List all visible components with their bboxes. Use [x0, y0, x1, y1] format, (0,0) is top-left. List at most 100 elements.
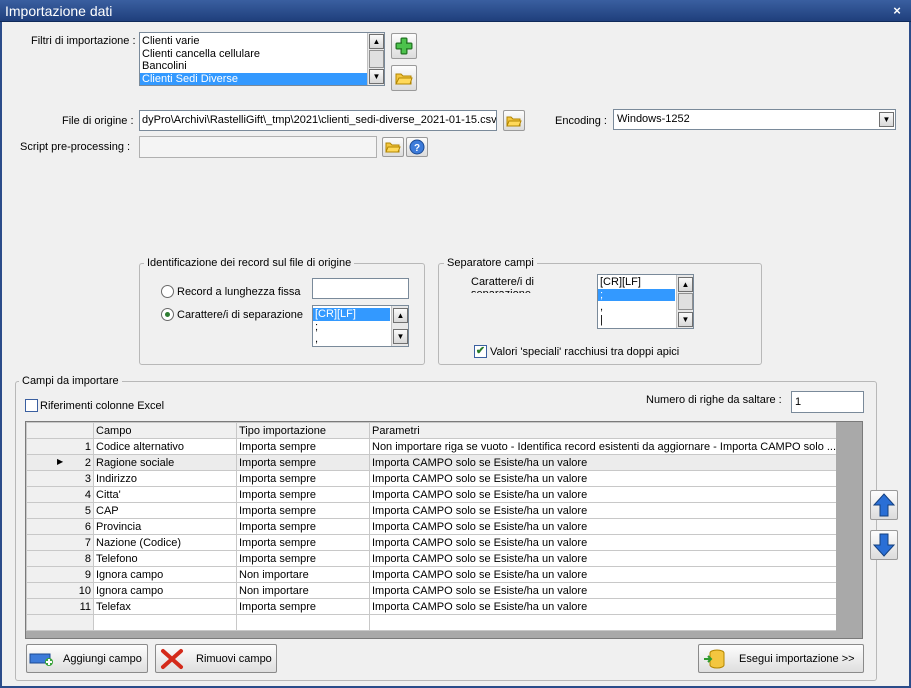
- script-input[interactable]: [139, 136, 377, 158]
- scroll-down-icon[interactable]: ▼: [393, 329, 408, 344]
- fixed-length-radio[interactable]: [161, 285, 174, 298]
- table-row[interactable]: 4 Citta' Importa sempre Importa CAMPO solo …: [26, 486, 840, 503]
- skip-rows-input[interactable]: 1: [791, 391, 864, 413]
- row-number[interactable]: 9: [26, 566, 94, 583]
- list-item[interactable]: ,: [313, 333, 390, 346]
- table-row[interactable]: 3 Indirizzo Importa sempre Importa CAMPO so…: [26, 470, 840, 487]
- cell-campo[interactable]: CAP: [93, 502, 237, 519]
- browse-script-button[interactable]: [382, 137, 404, 157]
- cell-tipo[interactable]: Importa sempre: [236, 486, 370, 503]
- cell-parametri[interactable]: Importa CAMPO solo se Esiste/ha un valor…: [368, 518, 840, 535]
- empty-cell[interactable]: [236, 614, 370, 631]
- field-separator-scrollbar[interactable]: ▲ ▼: [676, 275, 693, 328]
- table-row-new[interactable]: [26, 614, 840, 631]
- row-number[interactable]: 3: [26, 470, 94, 487]
- scroll-down-icon[interactable]: ▼: [678, 312, 693, 327]
- column-header-parametri[interactable]: Parametri: [368, 422, 840, 439]
- scroll-up-icon[interactable]: ▲: [369, 34, 384, 49]
- cell-parametri[interactable]: Importa CAMPO solo se Esiste/ha un valor…: [368, 566, 840, 583]
- table-row[interactable]: 7 Nazione (Codice) Importa sempre Importa C…: [26, 534, 840, 551]
- field-separator-list[interactable]: [CR][LF];, | ▲ ▼: [597, 274, 694, 329]
- cell-tipo[interactable]: Non importare: [236, 582, 370, 599]
- add-field-button[interactable]: Aggiungi campo: [26, 644, 148, 673]
- cell-campo[interactable]: Ignora campo: [93, 582, 237, 599]
- scroll-up-icon[interactable]: ▲: [678, 277, 693, 292]
- empty-cell[interactable]: [26, 614, 94, 631]
- list-item[interactable]: Clienti cancella cellulare: [140, 48, 368, 61]
- excel-columns-checkbox[interactable]: [25, 399, 38, 412]
- empty-cell[interactable]: [368, 614, 840, 631]
- column-header-tipo[interactable]: Tipo importazione: [236, 422, 370, 439]
- separator-radio[interactable]: [161, 308, 174, 321]
- cell-campo[interactable]: Ragione sociale: [93, 454, 237, 471]
- fields-grid[interactable]: Campo Tipo importazione Parametri 1 Codic…: [25, 421, 863, 639]
- cell-tipo[interactable]: Importa sempre: [236, 438, 370, 455]
- record-separator-list[interactable]: [CR][LF];, ▲ ▼: [312, 305, 409, 347]
- list-item[interactable]: Bancolini: [140, 60, 368, 73]
- cell-parametri[interactable]: Importa CAMPO solo se Esiste/ha un valor…: [368, 502, 840, 519]
- grid-vertical-scrollbar[interactable]: [836, 422, 862, 638]
- cell-parametri[interactable]: Non importare riga se vuoto - Identifica…: [368, 438, 840, 455]
- row-number[interactable]: 8: [26, 550, 94, 567]
- cell-parametri[interactable]: Importa CAMPO solo se Esiste/ha un valor…: [368, 534, 840, 551]
- row-number[interactable]: 7: [26, 534, 94, 551]
- cell-tipo[interactable]: Importa sempre: [236, 598, 370, 615]
- scroll-thumb[interactable]: [369, 50, 384, 68]
- chevron-down-icon[interactable]: ▼: [879, 112, 894, 127]
- scroll-down-icon[interactable]: ▼: [369, 69, 384, 84]
- column-header-campo[interactable]: Campo: [93, 422, 237, 439]
- filters-scrollbar[interactable]: ▲ ▼: [367, 33, 384, 85]
- cell-parametri[interactable]: Importa CAMPO solo se Esiste/ha un valor…: [368, 598, 840, 615]
- table-row[interactable]: 9 Ignora campo Non importare Importa CAMPO …: [26, 566, 840, 583]
- add-filter-button[interactable]: [391, 33, 417, 59]
- row-number[interactable]: ▶ 2: [26, 454, 94, 471]
- cell-tipo[interactable]: Importa sempre: [236, 470, 370, 487]
- filters-list[interactable]: Clienti varie Clienti cancella cellulare B…: [139, 32, 385, 86]
- empty-cell[interactable]: [93, 614, 237, 631]
- list-item[interactable]: ;: [598, 288, 675, 301]
- quotes-checkbox[interactable]: ✔: [474, 345, 487, 358]
- cell-parametri[interactable]: Importa CAMPO solo se Esiste/ha un valor…: [368, 582, 840, 599]
- cell-campo[interactable]: Codice alternativo: [93, 438, 237, 455]
- cell-tipo[interactable]: Importa sempre: [236, 518, 370, 535]
- cell-parametri[interactable]: Importa CAMPO solo se Esiste/ha un valor…: [368, 470, 840, 487]
- scroll-thumb[interactable]: [678, 293, 693, 310]
- table-row[interactable]: ▶ 2 Ragione sociale Importa sempre Importa C…: [26, 454, 840, 471]
- cell-tipo[interactable]: Non importare: [236, 566, 370, 583]
- cell-campo[interactable]: Citta': [93, 486, 237, 503]
- row-number[interactable]: 5: [26, 502, 94, 519]
- list-item[interactable]: ,: [598, 301, 675, 314]
- cell-campo[interactable]: Telefono: [93, 550, 237, 567]
- remove-field-button[interactable]: Rimuovi campo: [155, 644, 277, 673]
- cell-tipo[interactable]: Importa sempre: [236, 550, 370, 567]
- move-down-button[interactable]: [870, 530, 898, 560]
- close-button[interactable]: ×: [889, 3, 905, 19]
- cell-parametri[interactable]: Importa CAMPO solo se Esiste/ha un valor…: [368, 550, 840, 567]
- table-row[interactable]: 6 Provincia Importa sempre Importa CAMPO so…: [26, 518, 840, 535]
- table-row[interactable]: 8 Telefono Importa sempre Importa CAMPO sol…: [26, 550, 840, 567]
- cell-parametri[interactable]: Importa CAMPO solo se Esiste/ha un valor…: [368, 454, 840, 471]
- list-item[interactable]: Clienti Sedi Diverse: [140, 72, 368, 85]
- cell-parametri[interactable]: Importa CAMPO solo se Esiste/ha un valor…: [368, 486, 840, 503]
- move-up-button[interactable]: [870, 490, 898, 520]
- cell-campo[interactable]: Telefax: [93, 598, 237, 615]
- record-separator-scrollbar[interactable]: ▲ ▼: [391, 306, 408, 346]
- cell-tipo[interactable]: Importa sempre: [236, 534, 370, 551]
- fixed-length-input[interactable]: [312, 278, 409, 299]
- encoding-select[interactable]: Windows-1252 ▼: [613, 109, 896, 130]
- scroll-up-icon[interactable]: ▲: [393, 308, 408, 323]
- table-row[interactable]: 1 Codice alternativo Importa sempre Non imp…: [26, 438, 840, 455]
- list-item[interactable]: [CR][LF]: [598, 276, 675, 289]
- row-number[interactable]: 11: [26, 598, 94, 615]
- list-item[interactable]: ;: [313, 321, 390, 334]
- cell-tipo[interactable]: Importa sempre: [236, 454, 370, 471]
- cell-campo[interactable]: Ignora campo: [93, 566, 237, 583]
- cell-campo[interactable]: Indirizzo: [93, 470, 237, 487]
- row-number[interactable]: 1: [26, 438, 94, 455]
- table-row[interactable]: 5 CAP Importa sempre Importa CAMPO solo se …: [26, 502, 840, 519]
- cell-tipo[interactable]: Importa sempre: [236, 502, 370, 519]
- row-number[interactable]: 10: [26, 582, 94, 599]
- list-item[interactable]: [CR][LF]: [313, 308, 390, 321]
- cell-campo[interactable]: Provincia: [93, 518, 237, 535]
- list-item[interactable]: |: [598, 314, 675, 327]
